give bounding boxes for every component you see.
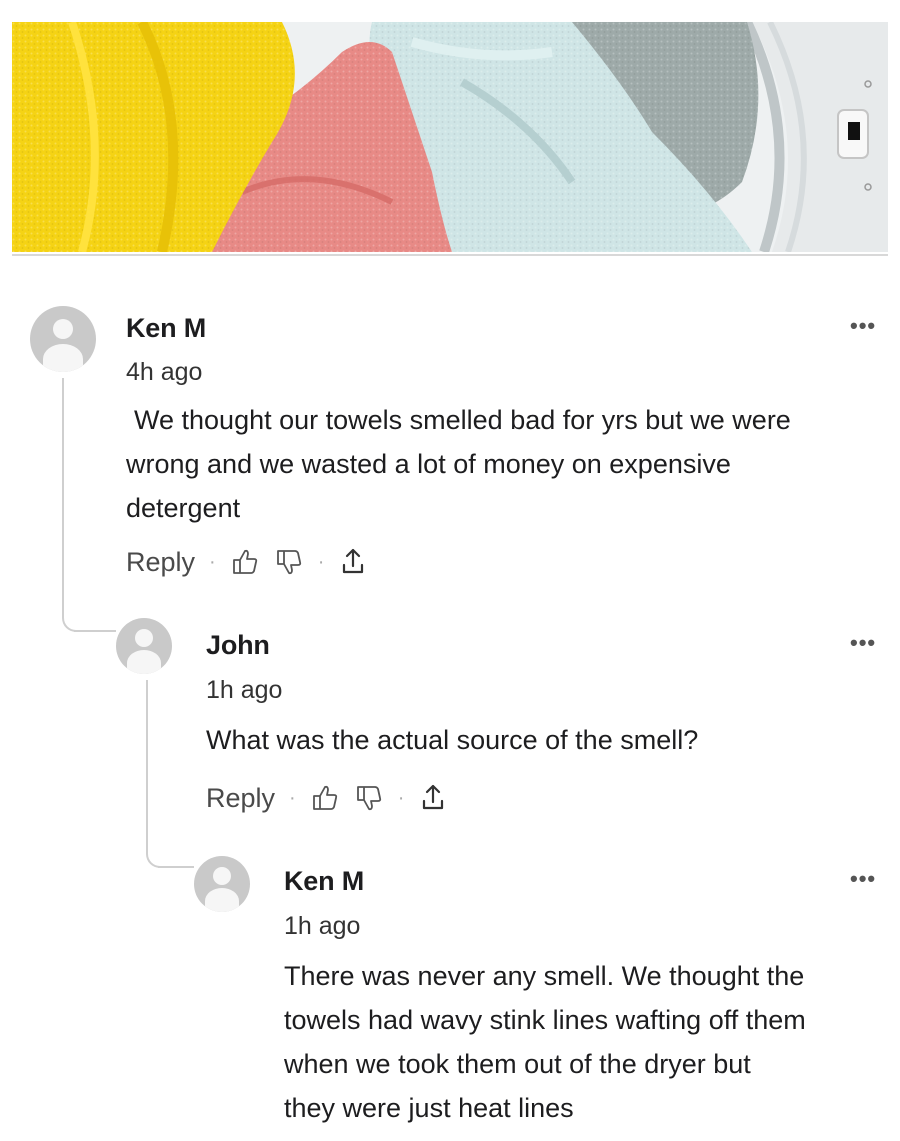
more-options-icon[interactable]: •••: [850, 630, 876, 656]
user-avatar-icon[interactable]: [194, 856, 250, 912]
thread-line: [74, 630, 116, 632]
comment-line: wrong and we wasted a lot of money on ex…: [126, 449, 731, 479]
separator: ·: [209, 550, 216, 573]
comment-body: There was never any smell. We thought th…: [284, 954, 806, 1130]
thumbs-down-icon[interactable]: [274, 547, 304, 577]
comment-actions: Reply · ·: [126, 542, 382, 582]
thread-line: [158, 866, 194, 868]
comment-body: What was the actual source of the smell?: [206, 718, 698, 762]
user-avatar-icon[interactable]: [116, 618, 172, 674]
thread-line: [62, 378, 64, 618]
share-icon[interactable]: [338, 547, 368, 577]
comment-timestamp: 1h ago: [206, 676, 283, 704]
comment-line: detergent: [126, 493, 241, 523]
divider: [12, 254, 888, 256]
user-avatar-icon[interactable]: [30, 306, 96, 372]
comment-line: when we took them out of the dryer but: [284, 1049, 751, 1079]
share-icon[interactable]: [418, 783, 448, 813]
thread-line: [146, 680, 148, 854]
separator: ·: [289, 786, 296, 809]
thumbs-up-icon[interactable]: [230, 547, 260, 577]
comment-line: We thought our towels smelled bad for yr…: [134, 405, 791, 435]
comment-line: What was the actual source of the smell?: [206, 725, 699, 755]
comment-line: they were just heat lines: [284, 1093, 574, 1123]
more-options-icon[interactable]: •••: [850, 866, 876, 892]
thumbs-up-icon[interactable]: [310, 783, 340, 813]
comment-timestamp: 1h ago: [284, 912, 361, 940]
comment-author[interactable]: Ken M: [126, 313, 206, 344]
thumbs-down-icon[interactable]: [354, 783, 384, 813]
comment-line: There was never any smell. We thought th…: [284, 961, 805, 991]
separator: ·: [397, 786, 405, 809]
reply-button[interactable]: Reply: [206, 783, 275, 814]
comment-line: towels had wavy stink lines wafting off …: [284, 1005, 806, 1035]
comment-timestamp: 4h ago: [126, 358, 203, 386]
comment-body: We thought our towels smelled bad for yr…: [134, 398, 791, 442]
comment-body: wrong and we wasted a lot of money on ex…: [126, 442, 731, 530]
article-hero-image: [12, 22, 888, 252]
towels-in-dryer-illustration: [12, 22, 888, 252]
comment-author[interactable]: John: [206, 630, 270, 661]
more-options-icon[interactable]: •••: [850, 313, 876, 339]
comment-author[interactable]: Ken M: [284, 866, 364, 897]
comment-actions: Reply · ·: [206, 778, 462, 818]
separator: ·: [317, 550, 325, 573]
reply-button[interactable]: Reply: [126, 547, 195, 578]
